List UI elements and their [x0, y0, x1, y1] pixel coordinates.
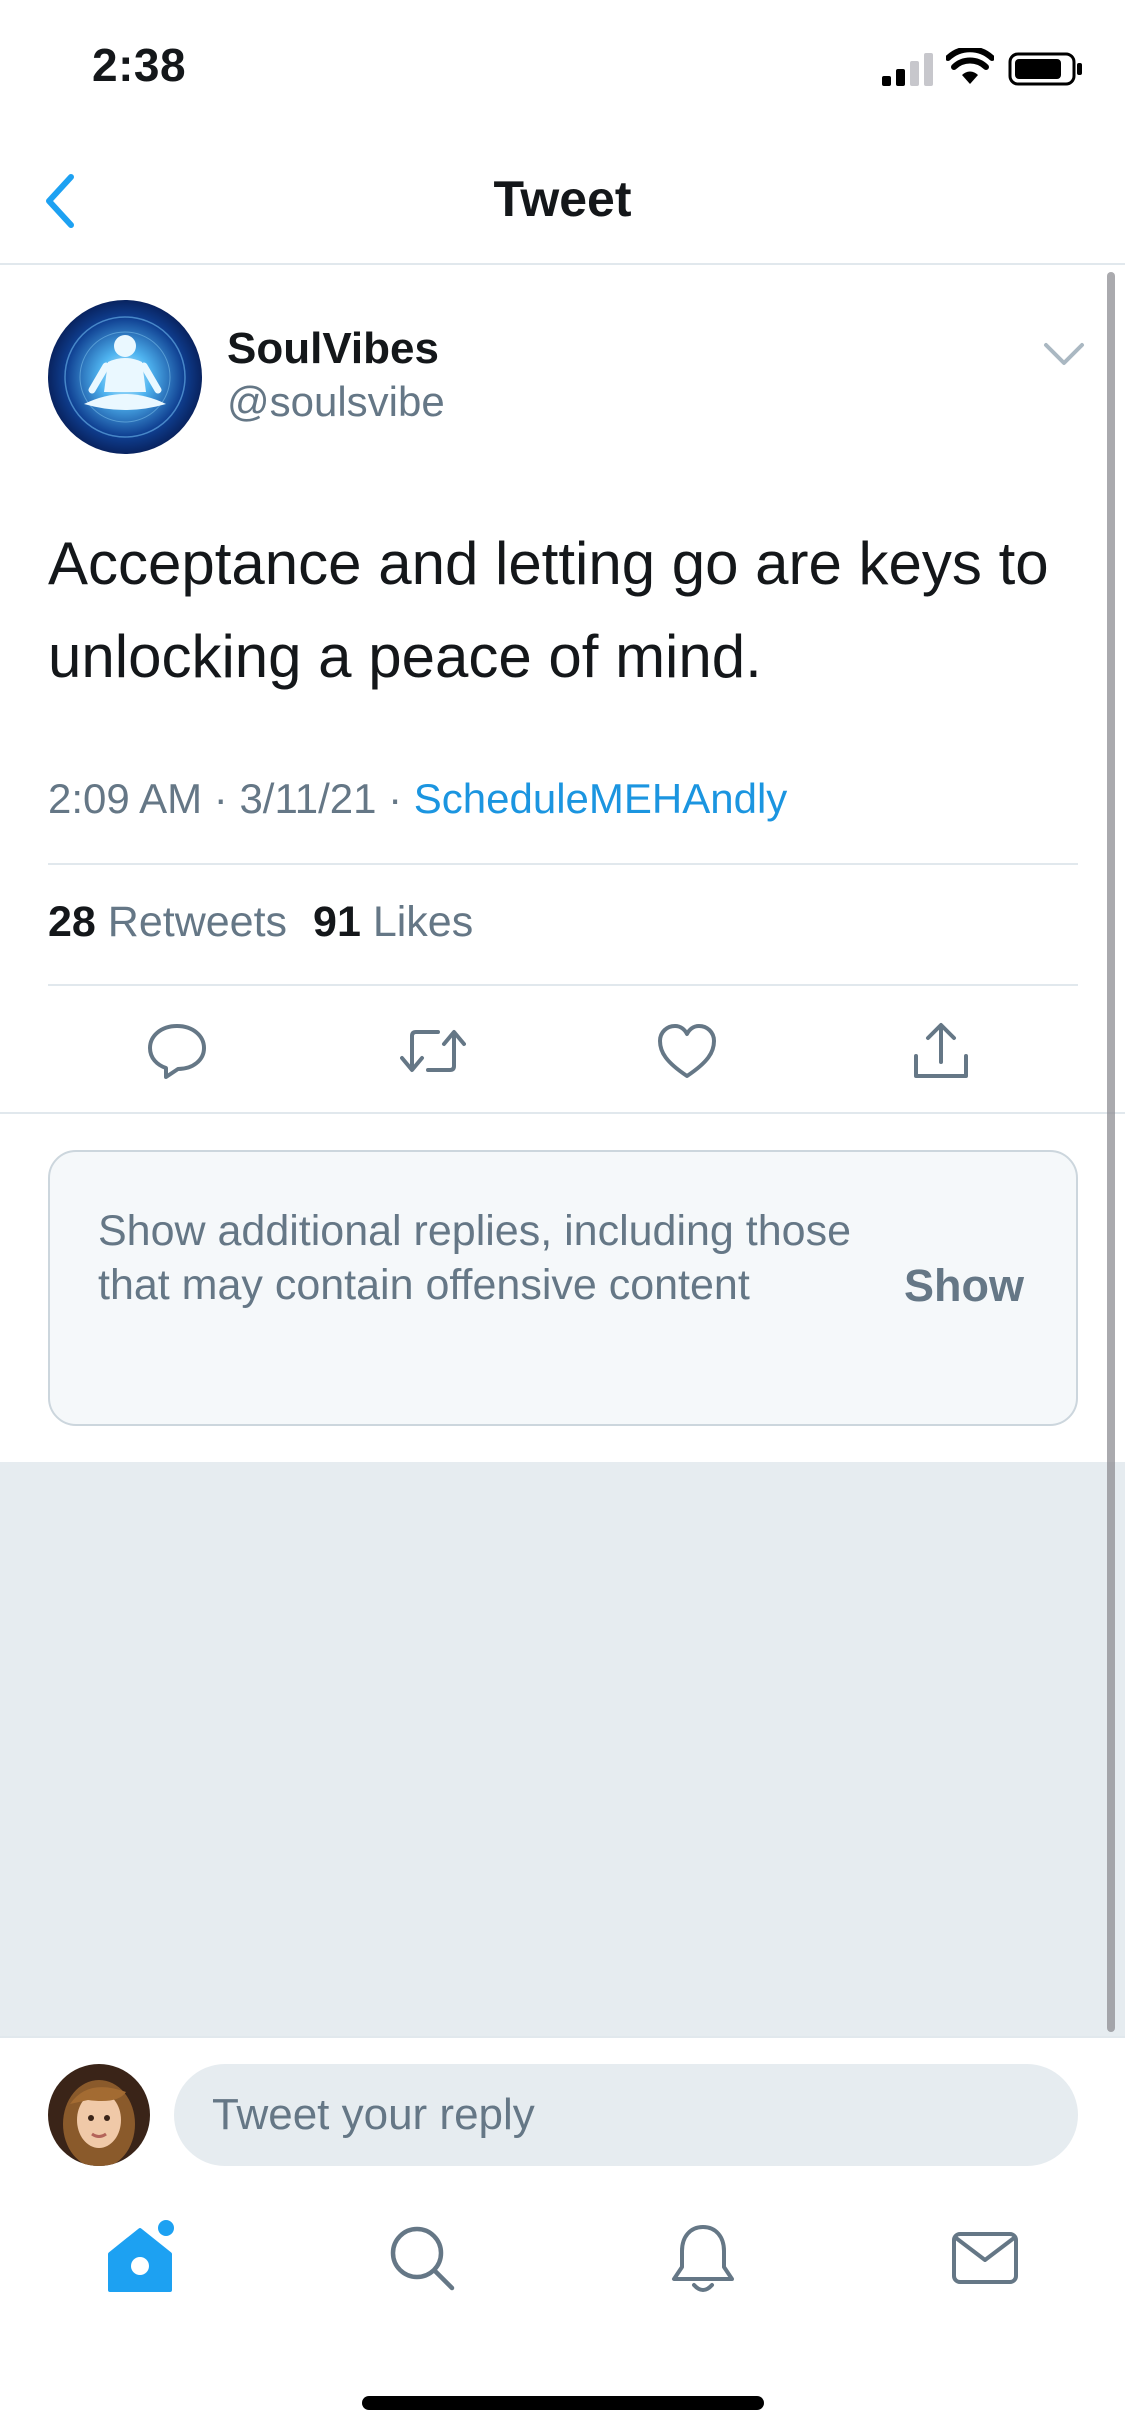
tweet-source-link[interactable]: ScheduleMEHAndly	[414, 775, 788, 822]
reply-button[interactable]	[142, 1016, 212, 1086]
empty-replies-area	[0, 1462, 1125, 2036]
heart-icon	[658, 1024, 716, 1078]
scrollbar[interactable]	[1107, 272, 1115, 2032]
user-avatar-image	[48, 2064, 150, 2166]
share-button[interactable]	[906, 1016, 976, 1086]
author-handle[interactable]: @soulsvibe	[227, 378, 445, 426]
author-avatar[interactable]	[48, 300, 202, 454]
retweet-button[interactable]	[398, 1016, 468, 1086]
retweet-label: Retweets	[107, 898, 288, 946]
likes-stat[interactable]: 91 Likes	[313, 898, 473, 946]
nav-bar: Tweet	[0, 140, 1125, 265]
cellular-signal-icon	[882, 53, 933, 86]
like-count: 91	[313, 898, 361, 946]
bell-icon	[672, 2225, 734, 2292]
user-avatar[interactable]	[48, 2064, 150, 2166]
retweet-count: 28	[48, 898, 96, 946]
meditation-avatar-image	[48, 300, 202, 454]
status-time: 2:38	[92, 39, 187, 91]
tweet-metadata: 2:09 AM · 3/11/21 · ScheduleMEHAndly	[48, 775, 787, 823]
tweet-time: 2:09 AM	[48, 775, 203, 822]
retweet-icon	[400, 1030, 466, 1072]
reply-input[interactable]: Tweet your reply	[174, 2064, 1078, 2166]
meta-separator: ·	[388, 775, 414, 822]
wifi-icon	[946, 48, 994, 84]
battery-icon	[1008, 52, 1082, 86]
more-replies-text: Show additional replies, including those…	[98, 1207, 851, 1309]
mail-icon	[952, 2232, 1018, 2284]
tab-messages[interactable]	[945, 2218, 1025, 2298]
meta-separator: ·	[213, 775, 240, 822]
share-icon	[914, 1023, 968, 1078]
divider	[48, 984, 1078, 986]
tab-notifications[interactable]	[663, 2218, 743, 2298]
tweet-text: Acceptance and letting go are keys to un…	[48, 530, 1049, 690]
show-button[interactable]: Show	[904, 1260, 1024, 1312]
retweets-stat[interactable]: 28 Retweets	[48, 898, 287, 946]
author-name[interactable]: SoulVibes	[227, 324, 439, 374]
chevron-down-icon[interactable]	[1040, 339, 1088, 369]
status-bar: 2:38	[0, 0, 1125, 140]
page-title: Tweet	[493, 171, 632, 227]
tab-home[interactable]	[100, 2218, 180, 2298]
tab-search[interactable]	[382, 2218, 462, 2298]
tweet-date: 3/11/21	[239, 775, 377, 822]
home-icon	[108, 2220, 174, 2292]
show-more-replies-card: Show additional replies, including those…	[48, 1150, 1078, 1426]
divider	[0, 1112, 1125, 1114]
divider	[48, 863, 1078, 865]
reply-icon	[148, 1024, 206, 1079]
search-icon	[390, 2226, 455, 2291]
reply-composer: Tweet your reply	[0, 2036, 1125, 2176]
tweet-stats: 28 Retweets 91 Likes	[48, 898, 473, 947]
like-label: Likes	[372, 898, 474, 946]
home-indicator[interactable]	[362, 2396, 764, 2410]
like-button[interactable]	[652, 1016, 722, 1086]
tweet-actions	[0, 1000, 1125, 1110]
